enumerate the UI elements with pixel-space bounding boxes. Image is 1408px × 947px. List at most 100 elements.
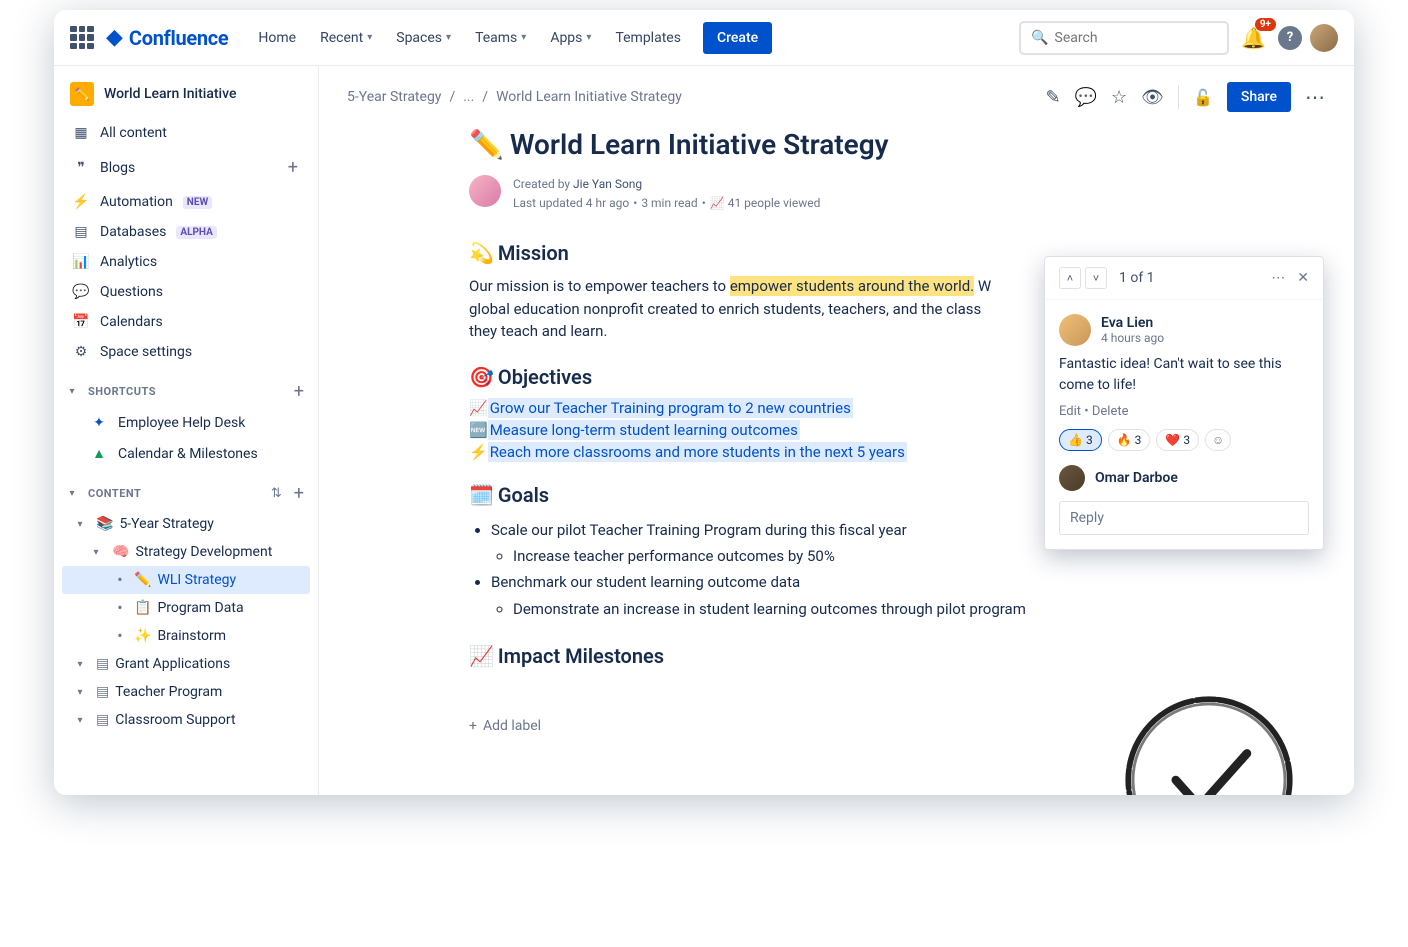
page-title: ✏️World Learn Initiative Strategy (469, 128, 1219, 161)
chevron-down-icon[interactable]: ▾ (62, 484, 82, 504)
main-content: 5-Year Strategy/ .../ World Learn Initia… (319, 66, 1354, 795)
confluence-logo-icon: ◆ (106, 25, 123, 50)
brand-text: Confluence (129, 26, 228, 50)
notifications-button[interactable]: 🔔 9+ (1237, 22, 1270, 54)
brand[interactable]: ◆ Confluence (106, 25, 228, 50)
add-reaction-button[interactable]: ☺ (1205, 429, 1231, 451)
comments-icon[interactable]: 💬 (1075, 87, 1097, 108)
nav-home[interactable]: Home (248, 22, 306, 54)
search-icon: 🔍 (1031, 30, 1048, 46)
notifications-badge: 9+ (1255, 18, 1276, 31)
space-icon: ✏️ (70, 82, 94, 106)
tree-item-wli-strategy[interactable]: •✏️WLI Strategy (62, 566, 310, 594)
comment-count: 1 of 1 (1119, 270, 1155, 286)
delete-comment-button[interactable]: Delete (1092, 404, 1129, 419)
jira-icon: ✦ (90, 415, 108, 431)
app-switcher-icon[interactable] (70, 26, 94, 50)
nav-teams[interactable]: Teams▾ (465, 22, 536, 54)
author-link[interactable]: Jie Yan Song (573, 177, 642, 191)
tree-item-strategy-dev[interactable]: ▾🧠Strategy Development (62, 538, 310, 566)
impact-heading: 📈Impact Milestones (469, 644, 1219, 668)
star-icon[interactable]: ☆ (1111, 87, 1127, 108)
tree-item-classroom-support[interactable]: ▾▤Classroom Support (62, 706, 310, 734)
close-icon[interactable]: ✕ (1297, 270, 1309, 286)
tree-item-teacher-program[interactable]: ▾▤Teacher Program (62, 678, 310, 706)
sidebar-databases[interactable]: ▤DatabasesALPHA (62, 217, 310, 247)
tree-item-brainstorm[interactable]: •✨Brainstorm (62, 622, 310, 650)
shortcut-item[interactable]: ✦Employee Help Desk (62, 408, 310, 438)
next-comment-button[interactable]: ˅ (1085, 267, 1107, 289)
breadcrumb-ellipsis[interactable]: ... (463, 89, 474, 105)
commenter-avatar[interactable] (1059, 314, 1091, 346)
grid-icon: ▦ (72, 125, 90, 141)
breadcrumb-link[interactable]: 5-Year Strategy (347, 89, 441, 105)
sparkles-icon: ✨ (134, 628, 151, 644)
filter-icon[interactable]: ⇅ (267, 484, 286, 503)
clipboard-icon: 📋 (134, 600, 151, 616)
calendar-icon: 📅 (72, 314, 90, 330)
chevron-down-icon[interactable]: ▾ (70, 519, 90, 530)
highlighted-text[interactable]: empower students around the world. (730, 276, 974, 296)
list-item: Demonstrate an increase in student learn… (513, 596, 1219, 622)
edit-comment-button[interactable]: Edit (1059, 404, 1081, 419)
chevron-down-icon: ▾ (521, 32, 526, 43)
nav-recent[interactable]: Recent▾ (310, 22, 382, 54)
sidebar-blogs[interactable]: ❞Blogs+ (62, 148, 310, 187)
reaction-heart[interactable]: ❤️3 (1156, 429, 1199, 451)
chevron-down-icon[interactable]: ▾ (70, 715, 90, 726)
lock-icon[interactable]: 🔓 (1193, 88, 1213, 107)
divider (1178, 85, 1179, 109)
reaction-fire[interactable]: 🔥3 (1108, 429, 1151, 451)
sidebar-questions[interactable]: 💬Questions (62, 277, 310, 307)
chevron-down-icon[interactable]: ▾ (70, 659, 90, 670)
breadcrumb-current: World Learn Initiative Strategy (496, 89, 682, 105)
sidebar-analytics[interactable]: 📊Analytics (62, 247, 310, 277)
quote-icon: ❞ (72, 160, 90, 176)
edit-icon[interactable]: ✎ (1045, 87, 1060, 108)
nav-apps[interactable]: Apps▾ (540, 22, 601, 54)
sidebar-all-content[interactable]: ▦All content (62, 118, 310, 148)
sidebar: ✏️ World Learn Initiative ▦All content ❞… (54, 66, 319, 795)
help-button[interactable]: ? (1278, 26, 1302, 50)
shortcuts-section: ▾ SHORTCUTS + (54, 367, 318, 408)
reply-user-avatar (1059, 465, 1085, 491)
chevron-down-icon[interactable]: ▾ (70, 687, 90, 698)
author-avatar[interactable] (469, 175, 501, 207)
comment-panel: ˄ ˅ 1 of 1 ⋯ ✕ Eva Lien 4 hours ago (1044, 256, 1324, 550)
nav-templates[interactable]: Templates (605, 22, 691, 54)
page-icon: ▤ (96, 656, 109, 672)
sidebar-calendars[interactable]: 📅Calendars (62, 307, 310, 337)
tree-item-grant-apps[interactable]: ▾▤Grant Applications (62, 650, 310, 678)
tree-item-5-year-strategy[interactable]: ▾📚5-Year Strategy (62, 510, 310, 538)
shortcut-item[interactable]: ▲Calendar & Milestones (62, 438, 310, 469)
more-icon[interactable]: ⋯ (1305, 85, 1326, 109)
sidebar-space-settings[interactable]: ⚙Space settings (62, 337, 310, 367)
share-button[interactable]: Share (1227, 82, 1291, 112)
more-icon[interactable]: ⋯ (1271, 270, 1285, 286)
plus-icon[interactable]: + (292, 379, 306, 404)
bolt-icon: ⚡ (72, 194, 90, 210)
tree-item-program-data[interactable]: •📋Program Data (62, 594, 310, 622)
bullet-icon: • (112, 600, 128, 616)
add-label-button[interactable]: +Add label (469, 718, 1219, 734)
bullet-icon: • (112, 572, 128, 588)
profile-avatar[interactable] (1310, 24, 1338, 52)
plus-icon[interactable]: + (286, 155, 300, 180)
search-input[interactable] (1055, 30, 1218, 46)
create-button[interactable]: Create (703, 22, 772, 54)
space-header[interactable]: ✏️ World Learn Initiative (54, 66, 318, 118)
chart-icon: 📊 (72, 254, 90, 270)
watch-icon[interactable]: 👁 (1141, 87, 1164, 108)
nav-spaces[interactable]: Spaces▾ (386, 22, 461, 54)
prev-comment-button[interactable]: ˄ (1059, 267, 1081, 289)
sidebar-automation[interactable]: ⚡AutomationNEW (62, 187, 310, 217)
chevron-down-icon[interactable]: ▾ (62, 382, 82, 402)
chevron-down-icon: ▾ (586, 32, 591, 43)
search-box[interactable]: 🔍 (1019, 21, 1229, 55)
chevron-down-icon[interactable]: ▾ (86, 547, 106, 558)
plus-icon[interactable]: + (292, 481, 306, 506)
brain-icon: 🧠 (112, 544, 129, 560)
reply-input[interactable]: Reply (1059, 501, 1309, 535)
commenter-name[interactable]: Eva Lien (1101, 315, 1164, 331)
reaction-thumbs-up[interactable]: 👍3 (1059, 429, 1102, 451)
